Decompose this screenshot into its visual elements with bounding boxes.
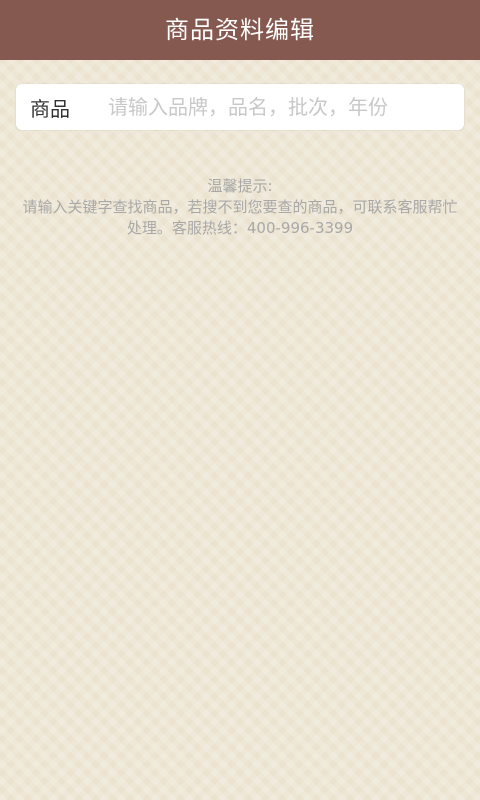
tips-title: 温馨提示: [207,177,273,195]
search-input[interactable] [108,84,450,130]
search-field-card: 商品 [16,84,464,130]
search-field-label: 商品 [30,96,70,121]
page-title: 商品资料编辑 [165,16,315,44]
tips-section: 温馨提示: 请输入关键字查找商品，若搜不到您要查的商品，可联系客服帮忙处理。客服… [20,176,460,239]
tips-text: 请输入关键字查找商品，若搜不到您要查的商品，可联系客服帮忙处理。客服热线：400… [22,198,458,237]
header-bar: 商品资料编辑 [0,0,480,60]
